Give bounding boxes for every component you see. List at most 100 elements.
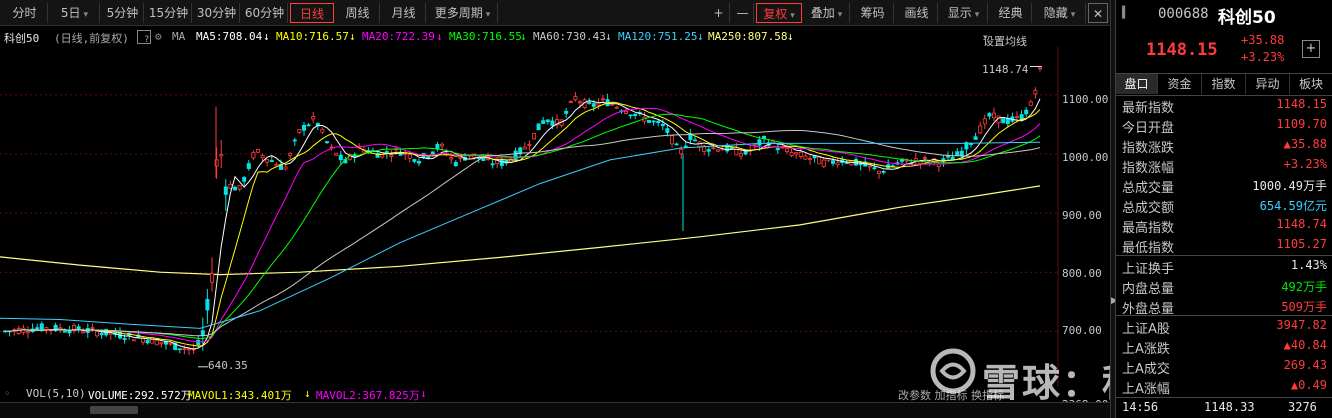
tab-movements[interactable]: 异动 xyxy=(1246,74,1290,94)
candle-body xyxy=(99,332,104,336)
scroll-bar[interactable] xyxy=(0,402,1110,418)
candle-body xyxy=(232,186,237,191)
panel-menu-icon[interactable]: ▍ xyxy=(1122,6,1130,19)
candle-body xyxy=(145,340,150,344)
scroll-thumb[interactable] xyxy=(90,406,138,414)
display-button[interactable]: 显示 ▾ xyxy=(940,3,988,23)
tab-funds[interactable]: 资金 xyxy=(1158,74,1202,94)
y-tick-900: 900.00 xyxy=(1062,209,1102,222)
quote-row-value: ▲35.88 xyxy=(1283,137,1327,151)
quote-row-value: 654.59亿元 xyxy=(1259,199,1327,213)
candle-body xyxy=(274,164,279,167)
quote-row: 最新指数 1148.15 xyxy=(1122,95,1327,116)
tab-sector[interactable]: 板块 xyxy=(1290,74,1332,94)
quote-row-label: 指数涨跌 xyxy=(1122,141,1175,156)
draw-line-button[interactable]: 画线 xyxy=(896,3,938,23)
ma-settings-button[interactable]: 设置均线 ▾ xyxy=(983,30,1027,48)
candle-body xyxy=(536,123,541,131)
candle-body xyxy=(490,163,495,166)
candle-body xyxy=(987,113,992,117)
settings-icon[interactable]: ⚙ xyxy=(155,30,162,43)
zoom-out-button[interactable]: — xyxy=(732,3,754,23)
tab-60min[interactable]: 60分钟 xyxy=(242,3,288,23)
candle-body xyxy=(1028,101,1033,106)
candle-body xyxy=(1001,118,1006,124)
candle-body xyxy=(821,159,826,167)
tab-15min[interactable]: 15分钟 xyxy=(146,3,192,23)
tab-quote[interactable]: 盘口 xyxy=(1116,74,1158,94)
quote-row-value: 3947.82 xyxy=(1276,318,1327,332)
tab-30min[interactable]: 30分钟 xyxy=(194,3,240,23)
ma60-line xyxy=(5,130,1041,337)
ma120-value: MA120:751.25 xyxy=(618,30,698,43)
help-icon[interactable]: ? xyxy=(137,30,151,45)
adjust-button[interactable]: 复权 ▾ xyxy=(756,3,802,23)
collapse-icon[interactable]: ◦ xyxy=(4,387,11,400)
overlay-button[interactable]: 叠加 ▾ xyxy=(804,3,850,23)
tab-5min[interactable]: 5分钟 xyxy=(102,3,144,23)
candle-body xyxy=(449,157,454,160)
candle-body xyxy=(35,327,40,330)
ma250-line xyxy=(0,185,1041,276)
xueqiu-logo xyxy=(930,348,976,394)
candle-body xyxy=(25,331,30,334)
ma-legend: 科创50 (日线,前复权) ? ⚙ MA MA5:708.04 ↓ MA10:7… xyxy=(0,27,1110,48)
candlestick-chart[interactable] xyxy=(0,47,1110,387)
candle-body xyxy=(978,125,983,134)
tab-index[interactable]: 指数 xyxy=(1202,74,1246,94)
candle-body xyxy=(808,158,813,160)
candle-body xyxy=(913,158,918,161)
candle-body xyxy=(614,106,619,109)
close-chart-button[interactable]: ✕ xyxy=(1088,3,1108,23)
candle-body xyxy=(90,327,95,330)
candle-body xyxy=(196,339,201,345)
tab-5day[interactable]: 5日 ▾ xyxy=(50,3,100,23)
mavol2-value: MAVOL2:367.825万 xyxy=(316,389,420,402)
quote-row-value: ▲40.84 xyxy=(1283,338,1327,352)
candle-body xyxy=(435,144,440,150)
tab-daily[interactable]: 日线 xyxy=(290,3,334,23)
candle-body xyxy=(633,113,638,117)
candle-body xyxy=(872,167,877,170)
zoom-in-button[interactable]: + xyxy=(708,3,730,23)
tab-more-periods[interactable]: 更多周期 ▾ xyxy=(428,3,498,23)
index-title: 科创50 xyxy=(1218,8,1276,28)
candle-body xyxy=(154,339,159,346)
candle-body xyxy=(706,149,711,152)
candle-body xyxy=(412,159,417,162)
index-code: 000688 xyxy=(1158,6,1209,22)
tab-weekly[interactable]: 周线 xyxy=(336,3,380,23)
quote-row-label: 内盘总量 xyxy=(1122,282,1175,297)
candle-body xyxy=(545,119,550,123)
candle-body xyxy=(591,103,596,107)
candle-body xyxy=(251,152,256,159)
candle-body xyxy=(679,149,684,155)
candle-body xyxy=(209,273,214,283)
ma30-value: MA30:716.55 xyxy=(449,30,522,43)
tab-intraday[interactable]: 分时 xyxy=(2,3,48,23)
candle-body xyxy=(306,124,311,127)
quote-row: 上证A股 3947.82 xyxy=(1122,316,1327,337)
candle-body xyxy=(647,120,652,123)
candle-body xyxy=(338,154,343,161)
candle-body xyxy=(389,154,394,157)
tick-volume: 3276 xyxy=(1288,400,1317,414)
hide-button[interactable]: 隐藏 ▾ xyxy=(1034,3,1086,23)
tab-monthly[interactable]: 月线 xyxy=(382,3,426,23)
candles xyxy=(3,67,1043,355)
candle-body xyxy=(573,96,578,101)
quote-row-value: 1.43% xyxy=(1290,258,1327,272)
ma5-line xyxy=(5,98,1041,350)
candle-body xyxy=(255,149,260,153)
candle-body xyxy=(430,151,435,155)
candle-body xyxy=(854,158,859,166)
classic-button[interactable]: 经典 xyxy=(990,3,1032,23)
change-percent: +3.23% xyxy=(1241,50,1285,64)
quote-row: 外盘总量 509万手 xyxy=(1122,296,1327,317)
y-tick-800: 800.00 xyxy=(1062,267,1102,280)
add-watchlist-button[interactable]: + xyxy=(1302,40,1320,58)
candle-body xyxy=(453,162,458,167)
candle-body xyxy=(950,156,955,160)
chips-button[interactable]: 筹码 xyxy=(852,3,894,23)
candle-body xyxy=(159,342,164,345)
